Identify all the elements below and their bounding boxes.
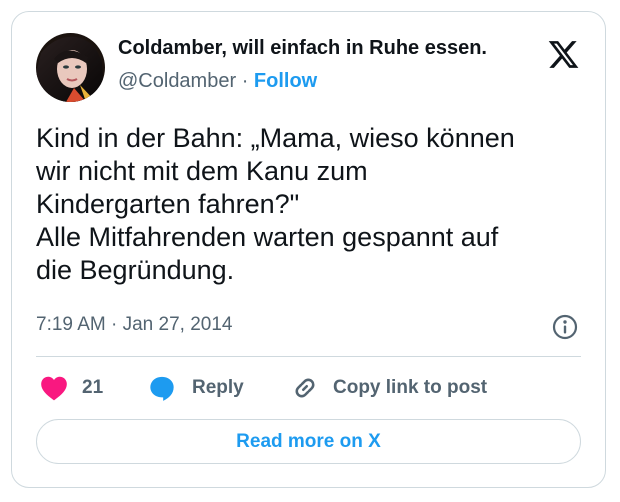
embedded-post-card: Coldamber, will einfach in Ruhe essen. @… [11, 11, 606, 488]
handle-separator: · [241, 70, 249, 92]
link-icon [291, 374, 319, 402]
author-handle[interactable]: @Coldamber [118, 70, 236, 92]
post-text-line: die Begründung. [36, 255, 235, 285]
copy-link-label: Copy link to post [333, 377, 488, 398]
author-display-name[interactable]: Coldamber, will einfach in Ruhe essen. [118, 37, 487, 60]
author-handle-row: @Coldamber · Follow [118, 70, 317, 93]
post-text-line: Kindergarten fahren?" [36, 189, 300, 219]
post-text-line: Alle Mitfahrenden warten gespannt auf [36, 222, 499, 252]
heart-icon [40, 375, 68, 401]
post-text-line: wir nicht mit dem Kanu zum [36, 156, 368, 186]
follow-button[interactable]: Follow [254, 70, 317, 92]
divider [36, 356, 581, 357]
post-text-line: Kind in der Bahn: „Mama, wieso können [36, 123, 515, 153]
like-count: 21 [82, 377, 104, 398]
like-button[interactable]: 21 [40, 373, 103, 403]
post-text: Kind in der Bahn: „Mama, wieso können wi… [36, 122, 581, 287]
reply-label: Reply [192, 377, 244, 398]
info-icon[interactable] [551, 313, 579, 341]
speech-bubble-icon [148, 374, 176, 402]
read-more-button[interactable]: Read more on X [36, 419, 581, 464]
x-logo-icon[interactable] [547, 38, 580, 71]
reply-button[interactable]: Reply [148, 373, 244, 403]
avatar[interactable] [36, 33, 105, 102]
copy-link-button[interactable]: Copy link to post [291, 373, 487, 403]
post-timestamp[interactable]: 7:19 AM · Jan 27, 2014 [36, 314, 232, 336]
